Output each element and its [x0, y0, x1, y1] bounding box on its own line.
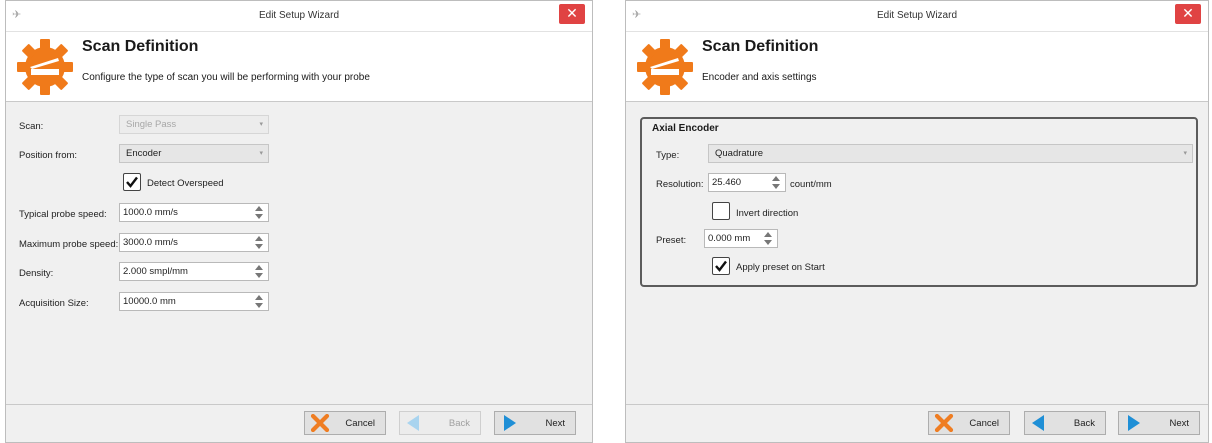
maximum-speed-spinbox[interactable]: 3000.0 mm/s	[119, 233, 269, 252]
left-arrow-icon	[1032, 415, 1044, 431]
checkmark-icon	[126, 176, 138, 188]
right-arrow-icon	[504, 415, 516, 431]
window-title: Edit Setup Wizard	[258, 10, 340, 21]
preset-spinbox[interactable]: 0.000 mm	[704, 229, 778, 248]
scan-select: Single Pass ▾	[119, 115, 269, 134]
wizard-header: Scan Definition Configure the type of sc…	[6, 32, 592, 102]
close-icon: ✕	[566, 5, 578, 21]
chevron-down-icon: ▾	[1183, 150, 1187, 157]
window-title: Edit Setup Wizard	[876, 10, 958, 21]
back-button[interactable]: Back	[1024, 411, 1106, 435]
next-button[interactable]: Next	[1118, 411, 1200, 435]
scan-select-value: Single Pass	[126, 119, 177, 130]
maximum-speed-label: Maximum probe speed:	[19, 239, 119, 250]
position-select[interactable]: Encoder ▾	[119, 144, 269, 163]
spin-arrows-icon[interactable]	[254, 264, 264, 279]
spin-arrows-icon[interactable]	[254, 205, 264, 220]
detect-overspeed-checkbox[interactable]	[123, 173, 141, 191]
spin-arrows-icon[interactable]	[763, 231, 773, 246]
title-bar: ✈ Edit Setup Wizard ✕	[6, 1, 592, 32]
wizard-window-scan: ✈ Edit Setup Wizard ✕ Scan Definition Co…	[5, 0, 593, 443]
invert-direction-label: Invert direction	[736, 208, 799, 219]
typical-speed-value: 1000.0 mm/s	[123, 207, 178, 218]
gear-icon	[17, 39, 73, 95]
next-button[interactable]: Next	[494, 411, 576, 435]
encoder-type-value: Quadrature	[715, 148, 764, 159]
chevron-down-icon: ▾	[259, 121, 263, 128]
density-spinbox[interactable]: 2.000 smpl/mm	[119, 262, 269, 281]
spin-arrows-icon[interactable]	[254, 235, 264, 250]
x-icon	[934, 414, 954, 432]
chevron-down-icon: ▾	[259, 150, 263, 157]
wizard-body: Scan: Single Pass ▾ Position from: Encod…	[6, 102, 592, 404]
page-subtitle: Encoder and axis settings	[702, 72, 817, 83]
page-title: Scan Definition	[82, 38, 199, 55]
cancel-button[interactable]: Cancel	[304, 411, 386, 435]
resolution-unit: count/mm	[790, 179, 832, 190]
wizard-body: Axial Encoder Type: Quadrature ▾ Resolut…	[626, 102, 1208, 404]
scan-label: Scan:	[19, 121, 44, 132]
density-label: Density:	[19, 268, 54, 279]
spin-arrows-icon[interactable]	[771, 175, 781, 190]
close-icon: ✕	[1182, 5, 1194, 21]
back-button[interactable]: Back	[399, 411, 481, 435]
left-arrow-icon	[407, 415, 419, 431]
resolution-spinbox[interactable]: 25.460	[708, 173, 786, 192]
apply-preset-label: Apply preset on Start	[736, 262, 825, 273]
title-bar: ✈ Edit Setup Wizard ✕	[626, 1, 1208, 32]
checkmark-icon	[715, 260, 727, 272]
wizard-footer: Cancel Back Next	[6, 404, 592, 442]
axial-encoder-group: Axial Encoder Type: Quadrature ▾ Resolut…	[640, 117, 1198, 287]
preset-label: Preset:	[656, 235, 687, 246]
gear-icon	[637, 39, 693, 95]
x-icon	[310, 414, 330, 432]
maximum-speed-value: 3000.0 mm/s	[123, 237, 178, 248]
close-button[interactable]: ✕	[559, 4, 585, 24]
detect-overspeed-label: Detect Overspeed	[147, 178, 224, 189]
cancel-button[interactable]: Cancel	[928, 411, 1010, 435]
wizard-window-encoder: ✈ Edit Setup Wizard ✕ Scan Definition En…	[625, 0, 1209, 443]
apply-preset-checkbox[interactable]	[712, 257, 730, 275]
group-title: Axial Encoder	[652, 123, 719, 134]
typical-speed-label: Typical probe speed:	[19, 209, 107, 220]
resolution-value: 25.460	[712, 177, 742, 188]
encoder-type-select[interactable]: Quadrature ▾	[708, 144, 1193, 163]
invert-direction-checkbox[interactable]	[712, 202, 730, 220]
density-value: 2.000 smpl/mm	[123, 266, 188, 277]
resolution-label: Resolution:	[656, 179, 704, 190]
close-button[interactable]: ✕	[1175, 4, 1201, 24]
acquisition-size-spinbox[interactable]: 10000.0 mm	[119, 292, 269, 311]
position-label: Position from:	[19, 150, 78, 161]
acquisition-size-label: Acquisition Size:	[19, 298, 89, 309]
preset-value: 0.000 mm	[708, 233, 751, 244]
wizard-header: Scan Definition Encoder and axis setting…	[626, 32, 1208, 102]
spin-arrows-icon[interactable]	[254, 294, 264, 309]
wizard-footer: Cancel Back Next	[626, 404, 1208, 442]
type-label: Type:	[656, 150, 680, 161]
page-subtitle: Configure the type of scan you will be p…	[82, 72, 370, 83]
right-arrow-icon	[1128, 415, 1140, 431]
page-title: Scan Definition	[702, 38, 819, 55]
acquisition-size-value: 10000.0 mm	[123, 296, 176, 307]
typical-speed-spinbox[interactable]: 1000.0 mm/s	[119, 203, 269, 222]
position-select-value: Encoder	[126, 148, 162, 159]
